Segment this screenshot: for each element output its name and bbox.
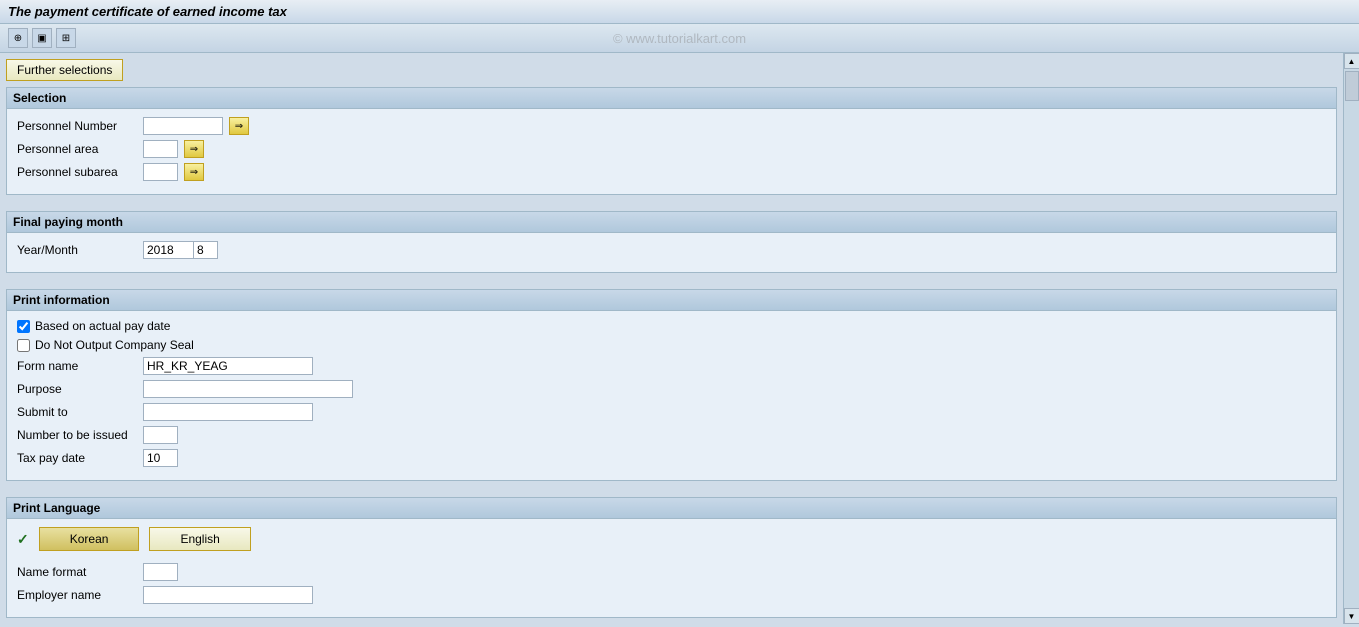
- personnel-subarea-row: Personnel subarea ⇒: [17, 163, 1326, 181]
- selection-header: Selection: [7, 88, 1336, 109]
- personnel-number-input[interactable]: [143, 117, 223, 135]
- employer-name-row: Employer name: [17, 586, 1326, 604]
- main-content: Further selections Selection Personnel N…: [0, 53, 1343, 624]
- save-icon[interactable]: ▣: [32, 28, 52, 48]
- year-month-label: Year/Month: [17, 243, 137, 257]
- employer-name-label: Employer name: [17, 588, 137, 602]
- personnel-area-arrow[interactable]: ⇒: [184, 140, 204, 158]
- title-bar: The payment certificate of earned income…: [0, 0, 1359, 24]
- based-on-actual-pay-date-checkbox[interactable]: [17, 320, 30, 333]
- personnel-number-arrow[interactable]: ⇒: [229, 117, 249, 135]
- checkmark-icon: ✓: [17, 531, 29, 548]
- page-title: The payment certificate of earned income…: [8, 4, 287, 19]
- tax-pay-date-input[interactable]: [143, 449, 178, 467]
- scroll-down-arrow[interactable]: ▼: [1344, 608, 1359, 624]
- form-name-input[interactable]: [143, 357, 313, 375]
- based-on-actual-pay-date-label: Based on actual pay date: [35, 319, 170, 333]
- year-month-inputs: [143, 241, 218, 259]
- purpose-row: Purpose: [17, 380, 1326, 398]
- personnel-number-row: Personnel Number ⇒: [17, 117, 1326, 135]
- personnel-subarea-input[interactable]: [143, 163, 178, 181]
- personnel-area-label: Personnel area: [17, 142, 137, 156]
- submit-to-input[interactable]: [143, 403, 313, 421]
- further-selections-button[interactable]: Further selections: [6, 59, 123, 81]
- personnel-subarea-arrow[interactable]: ⇒: [184, 163, 204, 181]
- print-language-panel: Print Language ✓ Korean English Name for…: [6, 497, 1337, 618]
- print-information-header: Print information: [7, 290, 1336, 311]
- based-on-actual-pay-date-row: Based on actual pay date: [17, 319, 1326, 333]
- employer-name-input[interactable]: [143, 586, 313, 604]
- english-button[interactable]: English: [149, 527, 250, 551]
- name-format-input[interactable]: [143, 563, 178, 581]
- personnel-area-row: Personnel area ⇒: [17, 140, 1326, 158]
- selection-panel: Selection Personnel Number ⇒ Personnel a…: [6, 87, 1337, 195]
- purpose-input[interactable]: [143, 380, 353, 398]
- month-input[interactable]: [193, 241, 218, 259]
- watermark: © www.tutorialkart.com: [613, 31, 746, 46]
- form-name-label: Form name: [17, 359, 137, 373]
- year-input[interactable]: [143, 241, 193, 259]
- final-paying-month-panel: Final paying month Year/Month: [6, 211, 1337, 273]
- scroll-thumb[interactable]: [1345, 71, 1359, 101]
- print-icon[interactable]: ⊞: [56, 28, 76, 48]
- do-not-output-checkbox[interactable]: [17, 339, 30, 352]
- do-not-output-row: Do Not Output Company Seal: [17, 338, 1326, 352]
- name-format-row: Name format: [17, 563, 1326, 581]
- number-to-be-issued-label: Number to be issued: [17, 428, 137, 442]
- toolbar: ⊕ ▣ ⊞ © www.tutorialkart.com: [0, 24, 1359, 53]
- year-month-row: Year/Month: [17, 241, 1326, 259]
- print-information-panel: Print information Based on actual pay da…: [6, 289, 1337, 481]
- submit-to-label: Submit to: [17, 405, 137, 419]
- number-to-be-issued-row: Number to be issued: [17, 426, 1326, 444]
- scroll-up-arrow[interactable]: ▲: [1344, 53, 1359, 69]
- do-not-output-label: Do Not Output Company Seal: [35, 338, 194, 352]
- korean-button[interactable]: Korean: [39, 527, 140, 551]
- tax-pay-date-label: Tax pay date: [17, 451, 137, 465]
- submit-to-row: Submit to: [17, 403, 1326, 421]
- clock-icon[interactable]: ⊕: [8, 28, 28, 48]
- purpose-label: Purpose: [17, 382, 137, 396]
- tax-pay-date-row: Tax pay date: [17, 449, 1326, 467]
- form-name-row: Form name: [17, 357, 1326, 375]
- personnel-subarea-label: Personnel subarea: [17, 165, 137, 179]
- scrollbar[interactable]: ▲ ▼: [1343, 53, 1359, 624]
- name-format-label: Name format: [17, 565, 137, 579]
- personnel-area-input[interactable]: [143, 140, 178, 158]
- print-language-header: Print Language: [7, 498, 1336, 519]
- personnel-number-label: Personnel Number: [17, 119, 137, 133]
- final-paying-month-header: Final paying month: [7, 212, 1336, 233]
- number-to-be-issued-input[interactable]: [143, 426, 178, 444]
- language-buttons-row: ✓ Korean English: [7, 519, 1336, 559]
